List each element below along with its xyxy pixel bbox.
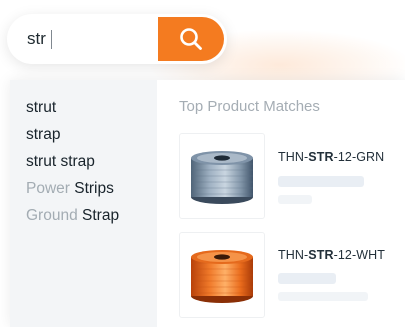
suggestion-item[interactable]: Ground Strap [26,207,119,225]
product-thumbnail[interactable] [179,232,265,318]
suggestion-item[interactable]: strut [26,99,56,117]
search-widget: str strut strap strut strap Power Strips [0,0,405,327]
suggestion-item[interactable]: strap [26,126,60,144]
search-icon [180,28,202,50]
loading-placeholder [278,176,364,187]
product-sku-link[interactable]: THN-STR-12-WHT [278,248,385,262]
text-caret [50,29,52,49]
search-bar: str [7,14,227,64]
product-thumbnail[interactable] [179,133,265,219]
search-button[interactable] [158,17,224,61]
product-sku-link[interactable]: THN-STR-12-GRN [278,150,384,164]
search-input[interactable]: str [7,29,158,49]
product-matches-title: Top Product Matches [179,98,320,115]
suggestion-list: strut strap strut strap Power Strips Gro… [10,80,157,327]
loading-placeholder [278,195,312,204]
search-input-value: str [27,29,46,48]
loading-placeholder [278,273,336,284]
suggestion-item[interactable]: strut strap [26,153,95,171]
suggestion-item[interactable]: Power Strips [26,180,114,198]
search-dropdown: strut strap strut strap Power Strips Gro… [10,80,405,327]
loading-placeholder [278,292,368,301]
orange-wire-spool-image [191,250,253,303]
gray-wire-spool-image [191,151,253,204]
